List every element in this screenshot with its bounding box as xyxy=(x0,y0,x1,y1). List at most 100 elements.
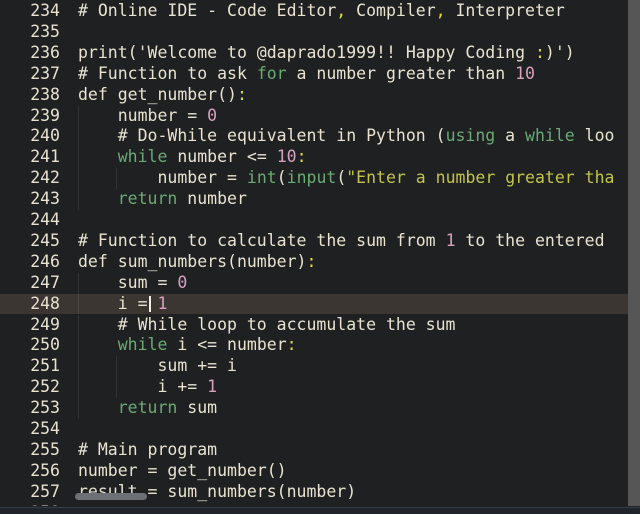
code-line[interactable]: 236 print('Welcome to @daprado1999!! Happ… xyxy=(0,43,628,64)
line-number: 253 xyxy=(30,398,60,418)
code-line[interactable]: 246 def sum_numbers(number): xyxy=(0,252,628,273)
line-number: 237 xyxy=(30,63,60,83)
token-plain: )') xyxy=(544,42,575,62)
text-caret xyxy=(149,295,152,313)
token-comment: # While loop to accumulate the sum xyxy=(78,314,456,334)
line-content[interactable]: # Function to ask for a number greater t… xyxy=(78,64,535,85)
token-plain: number = get_number() xyxy=(78,460,287,480)
line-content[interactable]: def get_number(): xyxy=(78,85,247,106)
line-content[interactable]: i = 1 xyxy=(78,293,168,315)
code-line[interactable]: 237 # Function to ask for a number greate… xyxy=(0,64,628,85)
token-number: 0 xyxy=(177,272,188,292)
line-content[interactable]: print('Welcome to @daprado1999!! Happy C… xyxy=(78,43,575,64)
line-content[interactable]: return number xyxy=(78,189,247,210)
token-colon: : xyxy=(534,42,545,62)
line-content[interactable]: number = get_number() xyxy=(78,461,287,482)
token-keyword: return xyxy=(117,398,178,418)
line-number: 234 xyxy=(30,1,60,20)
line-number: 246 xyxy=(30,251,60,271)
bottom-strip xyxy=(0,508,640,514)
code-line[interactable]: 247 sum = 0 xyxy=(0,272,628,294)
vertical-scrollbar[interactable] xyxy=(628,0,640,506)
token-comment: # Function to ask xyxy=(78,63,257,83)
line-number: 240 xyxy=(30,126,60,146)
code-line[interactable]: 255 # Main program xyxy=(0,440,628,461)
line-number: 256 xyxy=(30,460,60,480)
code-line[interactable]: 251 sum += i xyxy=(0,356,628,378)
horizontal-scroll-thumb[interactable] xyxy=(75,493,147,500)
code-line[interactable]: 256 number = get_number() xyxy=(0,461,628,482)
code-line[interactable]: 242 number = int(input("Enter a number g… xyxy=(0,168,628,190)
line-number: 255 xyxy=(30,439,60,459)
code-line[interactable]: 258 xyxy=(0,503,628,506)
code-line[interactable]: 235 xyxy=(0,22,628,43)
token-keyword: for xyxy=(256,63,287,83)
token-func: input xyxy=(286,168,337,188)
token-plain: i = xyxy=(78,293,158,313)
line-number: 249 xyxy=(30,314,60,334)
code-line[interactable]: 234 # Online IDE - Code Editor, Compiler,… xyxy=(0,1,628,22)
token-plain: ( xyxy=(276,168,287,188)
line-content[interactable]: sum = 0 xyxy=(78,272,188,294)
token-plain: i <= number xyxy=(167,335,287,355)
line-number: 252 xyxy=(30,377,60,397)
code-line[interactable]: 241 while number <= 10: xyxy=(0,147,628,169)
line-content[interactable]: while number <= 10: xyxy=(78,147,307,168)
code-line[interactable]: 243 return number xyxy=(0,189,628,210)
token-colon: : xyxy=(286,335,297,355)
line-content[interactable]: return sum xyxy=(78,398,217,419)
line-content[interactable]: def sum_numbers(number): xyxy=(78,252,316,273)
code-line[interactable]: 254 xyxy=(0,419,628,440)
token-keyword: using xyxy=(445,126,496,146)
code-line[interactable]: 240 # Do-While equivalent in Python (usi… xyxy=(0,126,628,148)
line-number: 250 xyxy=(30,335,60,355)
code-line[interactable]: 250 while i <= number: xyxy=(0,335,628,357)
line-number: 247 xyxy=(30,272,60,292)
token-plain: number = xyxy=(78,168,247,188)
line-content[interactable]: sum += i xyxy=(78,356,236,377)
code-editor[interactable]: 234 # Online IDE - Code Editor, Compiler,… xyxy=(0,0,640,514)
token-number: 0 xyxy=(207,105,218,125)
token-comment: a number greater than xyxy=(286,63,516,83)
line-number: 238 xyxy=(30,84,60,104)
code-line[interactable]: 252 i += 1 xyxy=(0,377,628,399)
line-content[interactable]: while i <= number: xyxy=(78,335,297,356)
token-comma: , xyxy=(435,1,446,20)
line-content[interactable]: number = 0 xyxy=(78,106,217,127)
line-content[interactable]: # Function to calculate the sum from 1 t… xyxy=(78,231,614,252)
line-content[interactable]: # While loop to accumulate the sum xyxy=(78,315,456,336)
token-plain: number <= xyxy=(167,147,277,167)
token-func: int xyxy=(246,168,277,188)
line-content[interactable]: number = int(input("Enter a number great… xyxy=(78,168,614,189)
token-plain: sum xyxy=(177,398,218,418)
code-line[interactable]: 238 def get_number(): xyxy=(0,85,628,106)
token-comment: loo xyxy=(574,126,615,146)
line-number: 239 xyxy=(30,105,60,125)
code-surface[interactable]: 234 # Online IDE - Code Editor, Compiler,… xyxy=(0,0,628,506)
token-comment: Interpreter xyxy=(445,1,565,20)
line-content[interactable]: # Do-While equivalent in Python (using a… xyxy=(78,126,615,147)
code-line[interactable]: 253 return sum xyxy=(0,398,628,419)
token-keyword: while xyxy=(117,147,168,167)
line-number: 254 xyxy=(30,419,60,438)
line-content[interactable]: # Online IDE - Code Editor, Compiler, In… xyxy=(78,1,565,22)
code-line[interactable]: 249 # While loop to accumulate the sum xyxy=(0,314,628,336)
token-comment: to the entered xyxy=(455,230,615,250)
token-comment: # Main program xyxy=(78,439,218,459)
token-colon: : xyxy=(236,84,247,104)
code-line[interactable]: 239 number = 0 xyxy=(0,105,628,127)
token-plain: i += xyxy=(78,377,208,397)
line-number: 251 xyxy=(30,356,60,376)
token-number: 1 xyxy=(207,377,218,397)
token-plain: ( xyxy=(336,168,347,188)
line-content[interactable]: # Main program xyxy=(78,440,217,461)
line-number: 258 xyxy=(0,503,60,506)
line-content[interactable]: i += 1 xyxy=(78,377,217,398)
code-line[interactable]: 244 xyxy=(0,210,628,231)
code-line[interactable]: 245 # Function to calculate the sum from … xyxy=(0,231,628,252)
line-number: 235 xyxy=(30,21,60,41)
code-line[interactable]: 248 i = 1 xyxy=(0,293,628,315)
token-keyword: while xyxy=(117,335,168,355)
